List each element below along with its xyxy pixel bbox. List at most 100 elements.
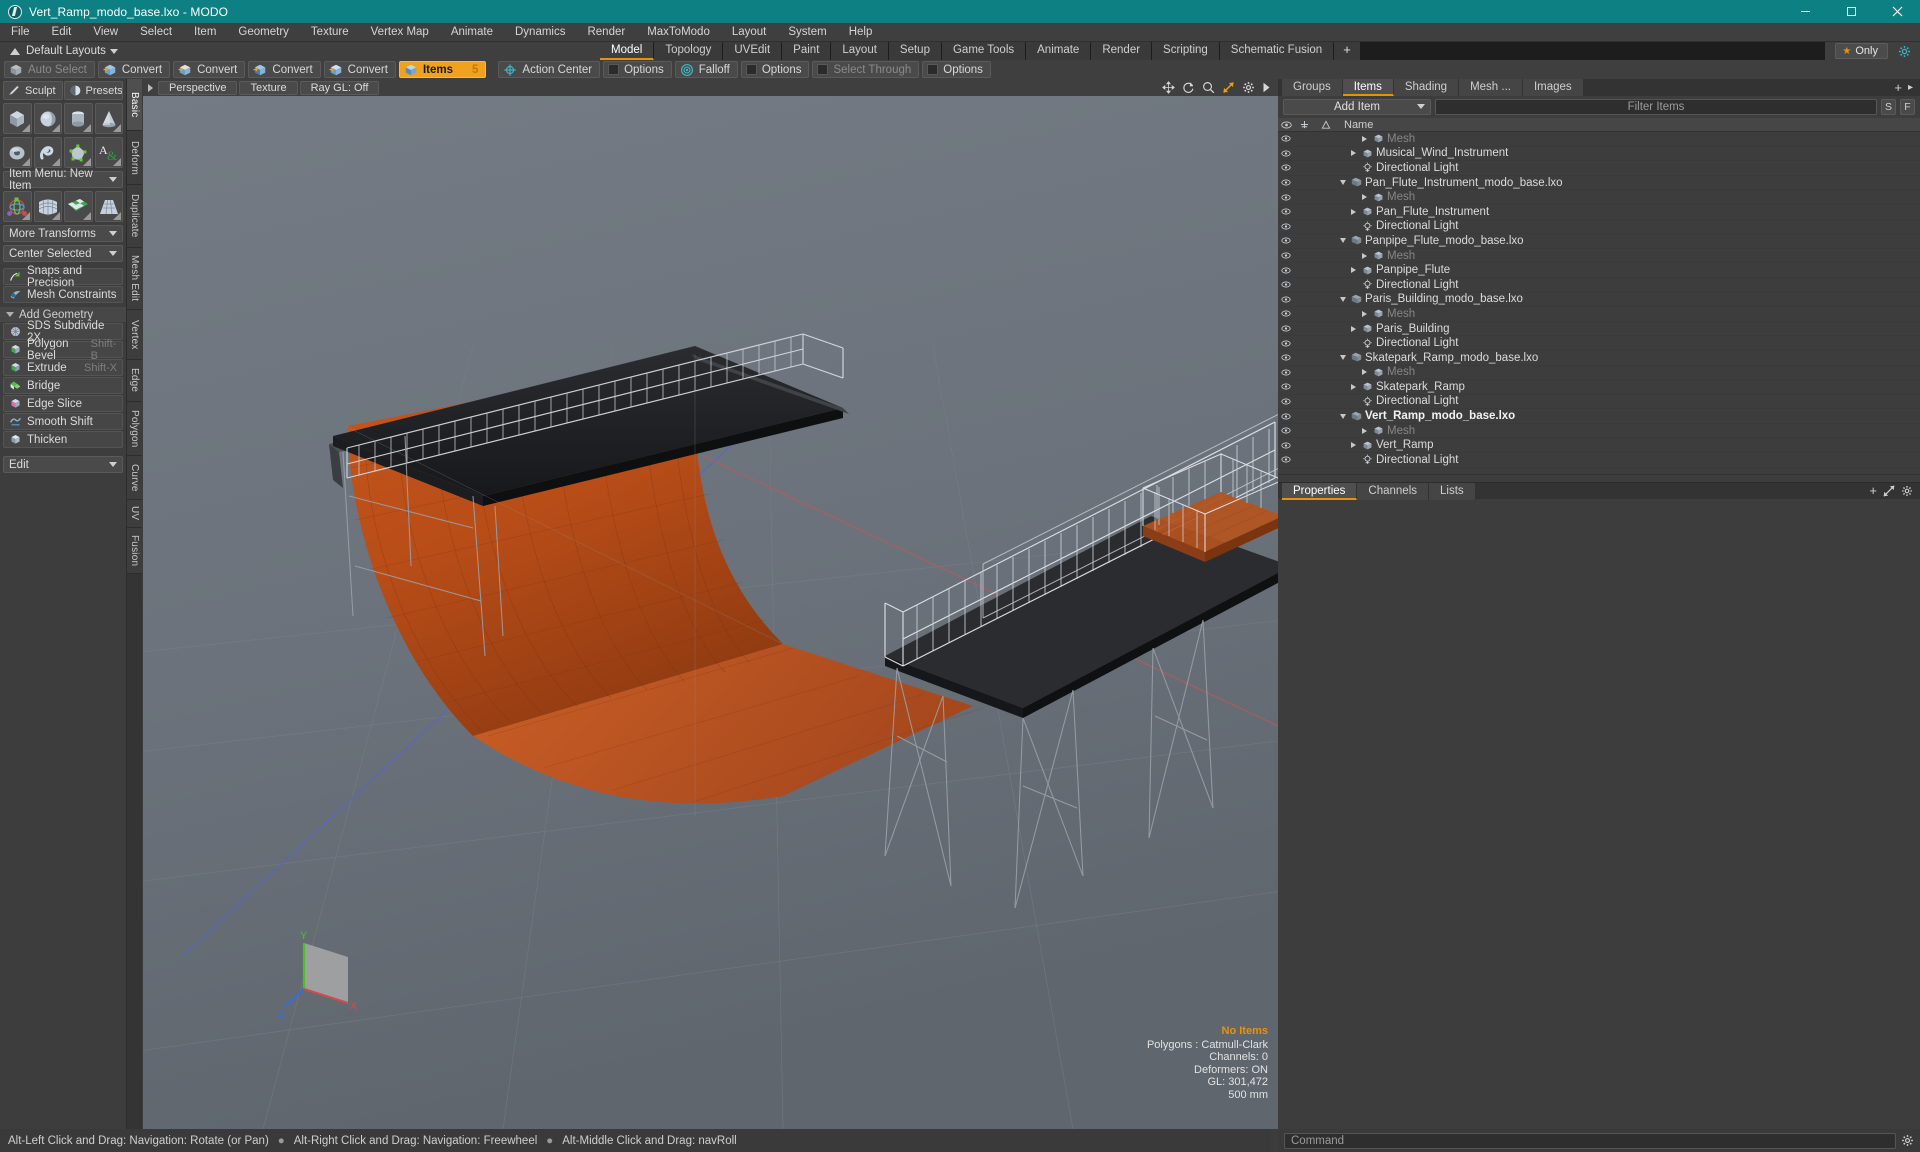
vtab-deform[interactable]: Deform (127, 131, 142, 185)
spiral-primitive-button[interactable] (33, 137, 62, 168)
visibility-icon[interactable] (1278, 398, 1294, 405)
edit-dropdown[interactable]: Edit (3, 456, 123, 473)
convert-polygons-button[interactable]: Convert (248, 61, 321, 78)
collapse-up-icon[interactable] (10, 47, 20, 55)
action-center-options-button[interactable]: Options (603, 61, 672, 78)
convert-edges-button[interactable]: Convert (173, 61, 246, 78)
chevron-right-icon[interactable]: ▸ (1908, 81, 1913, 94)
expand-icon[interactable] (1883, 485, 1895, 497)
tab-setup[interactable]: Setup (888, 42, 942, 60)
visibility-icon[interactable] (1278, 150, 1294, 157)
mesh-constraints-button[interactable]: Mesh Constraints (3, 286, 123, 303)
fit-icon[interactable] (1222, 81, 1235, 94)
item-tree-row[interactable]: Mesh (1278, 132, 1920, 147)
torus-primitive-button[interactable] (3, 137, 32, 168)
checkbox-icon[interactable] (927, 64, 939, 75)
tab-model[interactable]: Model (600, 42, 655, 60)
item-tree-row[interactable]: Mesh (1278, 424, 1920, 439)
item-tree-row[interactable]: Pan_Flute_Instrument_modo_base.lxo (1278, 176, 1920, 191)
checkbox-icon[interactable] (745, 64, 757, 75)
item-tree-row-body[interactable]: Directional Light (1337, 454, 1920, 466)
tab-uvedit[interactable]: UVEdit (723, 42, 783, 60)
chevron-right-icon[interactable] (1348, 442, 1359, 449)
add-item-dropdown[interactable]: Add Item (1283, 98, 1431, 115)
rtab-mesh-ops[interactable]: Mesh ... (1459, 79, 1523, 96)
visibility-icon[interactable] (1278, 369, 1294, 376)
tab-animate[interactable]: Animate (1026, 42, 1092, 60)
item-tree-row[interactable]: Skatepark_Ramp (1278, 380, 1920, 395)
transform-gizmo-button[interactable] (3, 191, 32, 222)
minimize-button[interactable] (1782, 0, 1828, 23)
default-layouts-dropdown[interactable]: Default Layouts (26, 45, 118, 57)
tab-paint[interactable]: Paint (782, 42, 832, 60)
item-tree-row-body[interactable]: Paris_Building_modo_base.lxo (1337, 293, 1920, 305)
select-through-button[interactable]: Select Through (812, 61, 920, 78)
falloff-options-button[interactable]: Options (740, 61, 810, 78)
menu-file[interactable]: File (0, 23, 41, 42)
rtab-images[interactable]: Images (1522, 79, 1584, 96)
chevron-right-icon[interactable] (1359, 369, 1370, 376)
item-tree-row[interactable]: Directional Light (1278, 395, 1920, 410)
chevron-down-icon[interactable] (1337, 355, 1348, 361)
gear-icon[interactable] (1901, 1134, 1914, 1147)
viewport-raygl-dropdown[interactable]: Ray GL: Off (299, 80, 380, 95)
menu-texture[interactable]: Texture (300, 23, 360, 42)
item-tree-row-body[interactable]: Paris_Building (1337, 323, 1920, 335)
viewport-canvas[interactable]: Y X Z (143, 96, 1278, 1129)
center-selected-dropdown[interactable]: Center Selected (3, 245, 123, 262)
sculpt-button[interactable]: Sculpt (3, 81, 63, 100)
gear-icon[interactable] (1898, 45, 1911, 58)
select-through-options-button[interactable]: Options (922, 61, 991, 78)
vtab-basic[interactable]: Basic (127, 79, 142, 131)
item-tree-row[interactable]: Mesh (1278, 190, 1920, 205)
item-tree-row[interactable]: Skatepark_Ramp_modo_base.lxo (1278, 351, 1920, 366)
menu-edit[interactable]: Edit (41, 23, 83, 42)
visibility-icon[interactable] (1278, 135, 1294, 142)
tab-layout[interactable]: Layout (831, 42, 889, 60)
visibility-icon[interactable] (1278, 340, 1294, 347)
tab-schematic-fusion[interactable]: Schematic Fusion (1219, 42, 1335, 60)
vtab-mesh-edit[interactable]: Mesh Edit (127, 248, 142, 310)
thicken-button[interactable]: Thicken (3, 431, 123, 448)
item-menu-dropdown[interactable]: Item Menu: New Item (3, 168, 123, 192)
chevron-right-icon[interactable] (1359, 252, 1370, 259)
vtab-curve[interactable]: Curve (127, 456, 142, 500)
gear-icon[interactable] (1901, 485, 1913, 497)
bend-deform-button[interactable] (33, 191, 62, 222)
visibility-icon[interactable] (1278, 164, 1294, 171)
item-tree-row-body[interactable]: Directional Light (1337, 395, 1920, 407)
item-tree-row[interactable]: Directional Light (1278, 220, 1920, 235)
checkbox-icon[interactable] (608, 64, 620, 75)
item-tree-row-body[interactable]: Directional Light (1337, 162, 1920, 174)
move-icon[interactable] (1162, 81, 1175, 94)
item-tree-row[interactable]: Directional Light (1278, 278, 1920, 293)
command-input[interactable]: Command (1284, 1132, 1896, 1149)
item-tree-row[interactable]: Mesh (1278, 307, 1920, 322)
sphere-primitive-button[interactable] (33, 103, 62, 134)
rtab-items[interactable]: Items (1342, 79, 1394, 96)
panel-divider[interactable] (1278, 467, 1920, 482)
filter-s-button[interactable]: S (1881, 98, 1896, 115)
taper-deform-button[interactable] (94, 191, 123, 222)
visibility-icon[interactable] (1278, 325, 1294, 332)
visibility-icon[interactable] (1278, 413, 1294, 420)
extrude-button[interactable]: Extrude Shift-X (3, 359, 123, 376)
visibility-icon[interactable] (1278, 179, 1294, 186)
falloff-button[interactable]: Falloff (674, 61, 738, 78)
item-tree-row[interactable]: Musical_Wind_Instrument (1278, 147, 1920, 162)
snaps-and-precision-button[interactable]: Snaps and Precision (3, 265, 123, 289)
menu-system[interactable]: System (777, 23, 837, 42)
item-tree-row[interactable]: Mesh (1278, 366, 1920, 381)
ptab-channels[interactable]: Channels (1357, 482, 1430, 500)
vtab-duplicate[interactable]: Duplicate (127, 185, 142, 248)
item-tree-row-body[interactable]: Mesh (1337, 366, 1920, 378)
chevron-down-icon[interactable] (1337, 180, 1348, 186)
item-tree-row-body[interactable]: Pan_Flute_Instrument (1337, 206, 1920, 218)
vtab-vertex[interactable]: Vertex (127, 310, 142, 360)
convert-materials-button[interactable]: Convert (323, 61, 396, 78)
gear-icon[interactable] (1242, 81, 1255, 94)
edge-slice-button[interactable]: Edge Slice (3, 395, 123, 412)
item-tree-row-body[interactable]: Skatepark_Ramp (1337, 381, 1920, 393)
item-tree-row[interactable]: Directional Light (1278, 161, 1920, 176)
item-tree-row[interactable]: Vert_Ramp_modo_base.lxo (1278, 409, 1920, 424)
